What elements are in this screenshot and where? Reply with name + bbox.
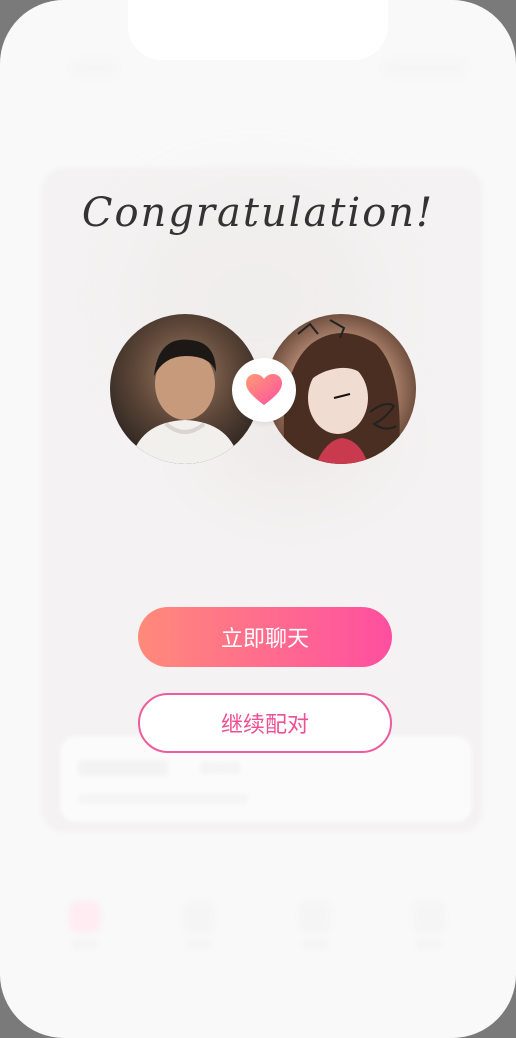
device-notch: [128, 0, 388, 60]
continue-matching-button[interactable]: 继续配对: [138, 693, 392, 753]
chat-now-button[interactable]: 立即聊天: [138, 607, 392, 667]
match-overlay: [0, 0, 516, 1038]
chat-now-label: 立即聊天: [220, 627, 309, 652]
heart-icon: [246, 374, 282, 405]
match-title: Congratulation!: [81, 190, 435, 236]
continue-matching-label: 继续配对: [220, 713, 309, 738]
phone-frame: Congratulation! 立即聊天 继续配对: [0, 0, 516, 1038]
match-heart-badge: [232, 358, 296, 422]
